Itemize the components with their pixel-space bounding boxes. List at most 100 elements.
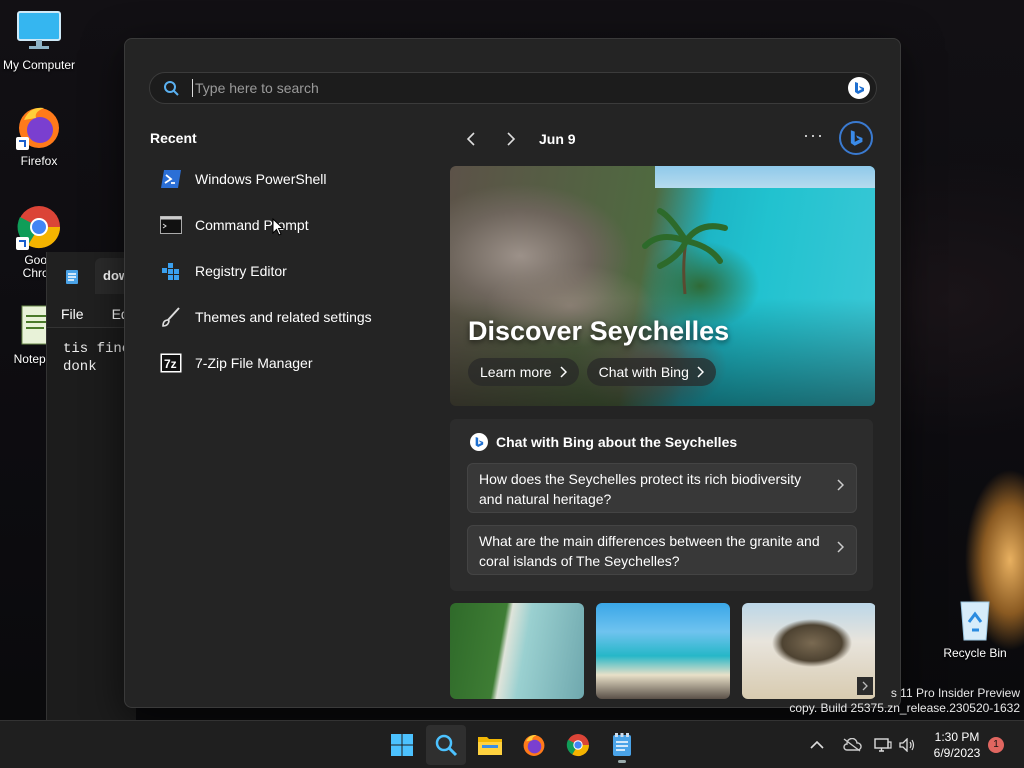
taskbar-file-explorer[interactable] bbox=[470, 725, 510, 765]
palm-tree-image bbox=[642, 208, 728, 295]
hero-actions: Learn more Chat with Bing bbox=[468, 358, 716, 386]
clock-date: 6/9/2023 bbox=[933, 746, 981, 760]
monitor-icon bbox=[16, 8, 62, 54]
desktop-icon-my-computer[interactable]: My Computer bbox=[0, 8, 78, 72]
taskbar-chrome[interactable] bbox=[558, 725, 598, 765]
command-prompt-icon bbox=[159, 213, 183, 237]
search-input[interactable] bbox=[192, 79, 848, 97]
hero-card[interactable]: Discover Seychelles Learn more Chat with… bbox=[450, 166, 875, 406]
image-carousel bbox=[450, 603, 875, 699]
taskbar-clock[interactable]: 1:30 PM 6/9/2023 bbox=[924, 729, 990, 761]
recent-item-command-prompt[interactable]: Command Prompt bbox=[151, 202, 431, 248]
volume-tray-button[interactable] bbox=[899, 721, 915, 768]
notepad-text-area[interactable]: tis fine donk bbox=[47, 328, 136, 388]
start-icon bbox=[391, 734, 413, 756]
recent-item-themes-settings[interactable]: Themes and related settings bbox=[151, 294, 431, 340]
thumbnail-giant-tortoise[interactable] bbox=[742, 603, 875, 699]
chat-question-1[interactable]: How does the Seychelles protect its rich… bbox=[467, 463, 857, 513]
onedrive-tray-button[interactable] bbox=[842, 721, 862, 768]
bing-icon bbox=[470, 433, 488, 451]
network-icon bbox=[874, 738, 892, 752]
chat-with-bing-label: Chat with Bing bbox=[598, 364, 689, 380]
recent-item-registry-editor[interactable]: Registry Editor bbox=[151, 248, 431, 294]
taskbar: 1:30 PM 6/9/2023 1 bbox=[0, 720, 1024, 768]
7zip-icon: 7z bbox=[159, 351, 183, 375]
notepad-menu: File Ed bbox=[47, 300, 136, 328]
thumbnail-beach-aerial[interactable] bbox=[450, 603, 584, 699]
shortcut-arrow-icon bbox=[16, 237, 29, 250]
mouse-cursor-icon bbox=[272, 218, 284, 236]
next-button[interactable] bbox=[491, 125, 531, 153]
network-tray-button[interactable] bbox=[874, 721, 892, 768]
show-hidden-icons-button[interactable] bbox=[810, 721, 824, 768]
recent-list: Windows PowerShell Command Prompt Regist… bbox=[151, 156, 431, 386]
chevron-up-icon bbox=[810, 740, 824, 749]
speaker-icon bbox=[899, 738, 915, 752]
recent-item-label: Registry Editor bbox=[195, 263, 287, 279]
recent-item-label: 7-Zip File Manager bbox=[195, 355, 313, 371]
chat-heading-text: Chat with Bing about the Seychelles bbox=[496, 434, 738, 450]
clock-time: 1:30 PM bbox=[934, 730, 980, 744]
more-options-button[interactable]: ··· bbox=[803, 125, 824, 146]
taskbar-notepad[interactable] bbox=[602, 725, 642, 765]
chevron-right-icon bbox=[507, 132, 516, 146]
desktop-icon-label: Firefox bbox=[20, 154, 58, 168]
search-icon bbox=[150, 72, 192, 104]
file-explorer-icon bbox=[478, 737, 502, 755]
powershell-icon bbox=[159, 167, 183, 191]
thumbnail-beach-rocks[interactable] bbox=[596, 603, 730, 699]
cloud-offline-icon bbox=[843, 738, 862, 752]
svg-text:7z: 7z bbox=[164, 357, 177, 371]
notepad-app-icon bbox=[66, 270, 78, 284]
brush-icon bbox=[159, 305, 183, 329]
watermark-line-2: copy. Build 25375.zn_release.230520-1632 bbox=[789, 701, 1020, 715]
chrome-icon bbox=[566, 734, 589, 757]
previous-button[interactable] bbox=[451, 125, 491, 153]
chat-with-bing-button[interactable]: Chat with Bing bbox=[586, 358, 716, 386]
watermark-line-1: s 11 Pro Insider Preview bbox=[890, 686, 1020, 700]
menu-file[interactable]: File bbox=[61, 306, 84, 322]
desktop-icon-firefox[interactable]: Firefox bbox=[0, 104, 78, 168]
learn-more-button[interactable]: Learn more bbox=[468, 358, 579, 386]
recycle-bin-icon bbox=[952, 596, 998, 642]
start-button[interactable] bbox=[382, 725, 422, 765]
desktop-icon-label: Recycle Bin bbox=[943, 646, 1007, 660]
chat-question-text: What are the main differences between th… bbox=[479, 533, 820, 569]
recent-item-label: Themes and related settings bbox=[195, 309, 372, 325]
learn-more-label: Learn more bbox=[480, 364, 552, 380]
running-indicator bbox=[618, 760, 626, 763]
search-panel: Recent Windows PowerShell Command Prompt… bbox=[124, 38, 901, 708]
bing-icon[interactable] bbox=[848, 77, 870, 99]
build-watermark: s 11 Pro Insider Preview copy. Build 253… bbox=[789, 686, 1020, 716]
chat-question-text: How does the Seychelles protect its rich… bbox=[479, 471, 802, 507]
notification-badge[interactable]: 1 bbox=[988, 737, 1004, 753]
hero-sky bbox=[655, 166, 875, 188]
taskbar-firefox[interactable] bbox=[514, 725, 554, 765]
firefox-icon bbox=[16, 104, 62, 150]
search-box[interactable] bbox=[149, 72, 877, 104]
bing-chat-icon[interactable] bbox=[839, 121, 873, 155]
highlights-nav: Jun 9 ··· bbox=[451, 121, 877, 155]
hero-title: Discover Seychelles bbox=[468, 316, 730, 346]
notepad-window[interactable]: dow File Ed tis fine donk bbox=[46, 252, 136, 720]
chevron-right-icon bbox=[837, 479, 844, 491]
chevron-right-icon bbox=[837, 541, 844, 553]
shortcut-arrow-icon bbox=[16, 137, 29, 150]
desktop-icon-label: My Computer bbox=[2, 58, 76, 72]
desktop-icon-recycle-bin[interactable]: Recycle Bin bbox=[936, 596, 1014, 660]
highlights-date: Jun 9 bbox=[539, 131, 576, 147]
taskbar-search-button[interactable] bbox=[426, 725, 466, 765]
recent-item-label: Command Prompt bbox=[195, 217, 309, 233]
recent-item-powershell[interactable]: Windows PowerShell bbox=[151, 156, 431, 202]
chevron-right-icon bbox=[697, 366, 704, 378]
notepad-titlebar: dow bbox=[47, 252, 136, 300]
notepad-icon bbox=[613, 733, 631, 756]
bing-chat-card: Chat with Bing about the Seychelles How … bbox=[450, 419, 873, 591]
recent-item-7zip[interactable]: 7z 7-Zip File Manager bbox=[151, 340, 431, 386]
chat-question-2[interactable]: What are the main differences between th… bbox=[467, 525, 857, 575]
recent-heading: Recent bbox=[150, 130, 197, 146]
chrome-icon bbox=[16, 204, 62, 250]
search-icon bbox=[435, 734, 458, 757]
chat-card-heading: Chat with Bing about the Seychelles bbox=[470, 433, 737, 451]
recent-item-label: Windows PowerShell bbox=[195, 171, 327, 187]
